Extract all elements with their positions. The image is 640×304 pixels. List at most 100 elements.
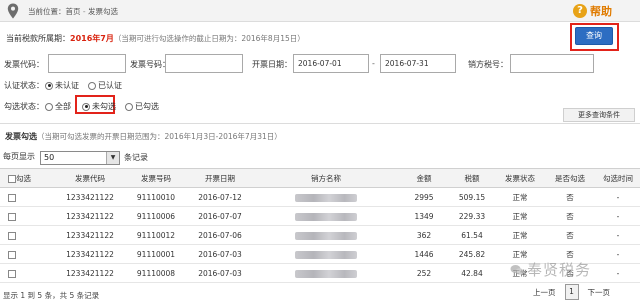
table-row[interactable]: 1233421122 91110006 2016-07-07 1349 229.… — [0, 206, 640, 226]
cell-invoice-number: 91110006 — [124, 206, 188, 226]
column-select-label: 勾选 — [16, 173, 31, 183]
select-status-radio-selected[interactable] — [125, 102, 133, 111]
column-header-seller-name: 销方名称 — [252, 168, 400, 188]
more-conditions-button[interactable]: 更多查询条件 — [563, 108, 635, 122]
seller-tax-id-input[interactable] — [510, 54, 594, 73]
cell-status: 正常 — [496, 225, 544, 245]
help-icon: ? — [573, 4, 587, 18]
select-status-radio-unselected[interactable] — [82, 102, 90, 111]
cell-issue-date: 2016-07-03 — [188, 263, 252, 283]
current-page-button[interactable]: 1 — [564, 284, 579, 300]
cell-tax: 229.33 — [448, 206, 496, 226]
table-date-range-note: （当期可勾选发票的开票日期范围为：2016年1月3日-2016年7月31日） — [37, 132, 282, 141]
auth-status-label: 认证状态： — [4, 81, 44, 90]
cell-invoice-number: 91110010 — [124, 187, 188, 207]
breadcrumb: 当前位置：首页 - 发票勾选 — [28, 6, 118, 17]
cell-select-time: - — [596, 187, 640, 207]
select-status-group: 勾选状态： 全部 未勾选 已勾选 — [4, 101, 159, 112]
page-size-select[interactable]: 50 ▼ — [40, 151, 120, 165]
cell-issue-date: 2016-07-07 — [188, 206, 252, 226]
help-label: 帮助 — [590, 5, 612, 18]
cell-is-selected: 否 — [544, 187, 596, 207]
cell-select-time: - — [596, 263, 640, 283]
auth-status-option-unverified[interactable]: 未认证 — [55, 80, 79, 91]
cell-amount: 362 — [400, 225, 448, 245]
invoice-number-input[interactable] — [165, 54, 243, 73]
cell-tax: 42.84 — [448, 263, 496, 283]
page-size-suffix: 条记录 — [124, 153, 148, 162]
seller-tax-id-label: 销方税号： — [468, 60, 508, 69]
breadcrumb-prefix: 当前位置： — [28, 7, 66, 16]
cell-invoice-code: 1233421122 — [56, 244, 124, 264]
seller-name-redacted — [295, 269, 357, 278]
cell-issue-date: 2016-07-12 — [188, 187, 252, 207]
select-status-option-unselected[interactable]: 未勾选 — [92, 101, 116, 112]
cell-invoice-code: 1233421122 — [56, 206, 124, 226]
invoice-number-label: 发票号码： — [130, 60, 170, 69]
breadcrumb-current: 发票勾选 — [87, 7, 118, 16]
issue-date-to-input[interactable]: 2016-07-31 — [380, 54, 456, 73]
chevron-down-icon[interactable]: ▼ — [106, 152, 119, 164]
help-button[interactable]: ? 帮助 — [573, 2, 612, 20]
query-button[interactable]: 查询 — [575, 27, 613, 45]
breadcrumb-home-link[interactable]: 首页 — [66, 7, 81, 16]
row-checkbox[interactable] — [8, 231, 16, 240]
cell-select-time: - — [596, 225, 640, 245]
location-pin-icon — [7, 3, 19, 19]
select-all-checkbox[interactable] — [8, 174, 16, 183]
cell-invoice-number: 91110001 — [124, 244, 188, 264]
seller-name-redacted — [295, 193, 357, 202]
column-header-select-time: 勾选时间 — [596, 168, 640, 188]
next-page-button[interactable]: 下一页 — [585, 285, 614, 300]
cell-select-time: - — [596, 206, 640, 226]
cell-amount: 1349 — [400, 206, 448, 226]
top-bar: 当前位置：首页 - 发票勾选 ? 帮助 — [0, 0, 640, 22]
tax-period-label: 当前税款所属期： — [6, 34, 70, 43]
tax-period-line: 当前税款所属期：2016年7月（当期可进行勾选操作的截止日期为：2016年8月1… — [6, 33, 305, 44]
table-section-title: 发票勾选（当期可勾选发票的开票日期范围为：2016年1月3日-2016年7月31… — [5, 131, 282, 142]
row-checkbox[interactable] — [8, 212, 16, 221]
row-checkbox[interactable] — [8, 269, 16, 278]
wechat-icon — [510, 264, 524, 275]
table-title: 发票勾选 — [5, 132, 37, 141]
watermark: 奉贤税务 — [510, 259, 591, 280]
page-size-label: 每页显示 — [3, 152, 35, 161]
select-status-radio-all[interactable] — [45, 102, 53, 111]
cell-is-selected: 否 — [544, 225, 596, 245]
cell-is-selected: 否 — [544, 206, 596, 226]
cell-select-time: - — [596, 244, 640, 264]
cell-invoice-number: 91110012 — [124, 225, 188, 245]
row-checkbox[interactable] — [8, 250, 16, 259]
page-size-value: 50 — [44, 153, 55, 162]
prev-page-button[interactable]: 上一页 — [530, 285, 559, 300]
date-range-separator: - — [372, 59, 375, 68]
pagination: 上一页 1 下一页 — [530, 284, 613, 300]
table-row[interactable]: 1233421122 91110012 2016-07-06 362 61.54… — [0, 225, 640, 245]
cell-invoice-number: 91110008 — [124, 263, 188, 283]
select-status-option-selected[interactable]: 已勾选 — [135, 101, 159, 112]
cell-issue-date: 2016-07-06 — [188, 225, 252, 245]
column-header-tax: 税额 — [448, 168, 496, 188]
cell-amount: 2995 — [400, 187, 448, 207]
auth-status-radio-unverified[interactable] — [45, 81, 53, 90]
cell-invoice-code: 1233421122 — [56, 187, 124, 207]
auth-status-radio-verified[interactable] — [88, 81, 96, 90]
row-checkbox[interactable] — [8, 193, 16, 202]
column-header-select: 勾选 — [0, 168, 56, 188]
select-status-option-all[interactable]: 全部 — [55, 101, 71, 112]
issue-date-from-input[interactable]: 2016-07-01 — [293, 54, 369, 73]
cell-tax: 509.15 — [448, 187, 496, 207]
seller-name-redacted — [295, 231, 357, 240]
invoice-code-input[interactable] — [48, 54, 126, 73]
cell-invoice-code: 1233421122 — [56, 225, 124, 245]
records-info: 显示 1 到 5 条，共 5 条记录 — [3, 291, 100, 300]
tax-period-deadline-note: （当期可进行勾选操作的截止日期为：2016年8月15日） — [113, 34, 305, 43]
column-header-invoice-code: 发票代码 — [56, 168, 124, 188]
column-header-issue-date: 开票日期 — [188, 168, 252, 188]
cell-status: 正常 — [496, 206, 544, 226]
table-row[interactable]: 1233421122 91110010 2016-07-12 2995 509.… — [0, 187, 640, 207]
auth-status-option-verified[interactable]: 已认证 — [98, 80, 122, 91]
cell-amount: 1446 — [400, 244, 448, 264]
issue-date-label: 开票日期： — [252, 60, 292, 69]
table-header-row: 勾选 发票代码 发票号码 开票日期 销方名称 金额 税额 发票状态 是否勾选 勾… — [0, 168, 640, 188]
